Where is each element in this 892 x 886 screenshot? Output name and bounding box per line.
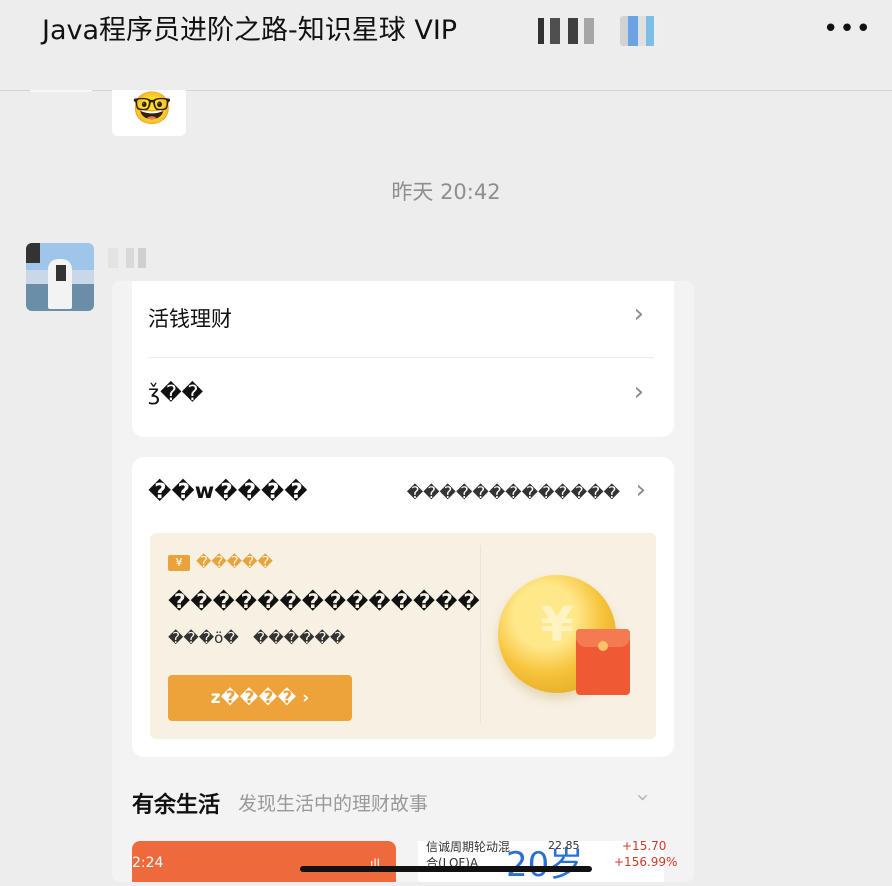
fund-return-bottom: +156.99% <box>614 855 678 869</box>
finance-menu-panel: 活钱理财 › ǯ�� › <box>132 281 674 437</box>
section-subtitle: 发现生活中的理财故事 <box>238 793 429 815</box>
pixelated-title-icon <box>620 16 662 46</box>
more-options-icon[interactable]: ••• <box>823 14 872 44</box>
chevron-down-icon[interactable]: › <box>630 793 655 802</box>
chat-header: Java程序员进阶之路-知识星球 VIP ••• <box>0 0 892 91</box>
promo-divider <box>480 545 481 723</box>
envelope-seal <box>598 641 608 651</box>
chevron-right-icon[interactable]: › <box>636 475 646 505</box>
menu-row-second[interactable]: ǯ�� › <box>148 359 654 435</box>
yen-tag-icon: ¥ <box>168 555 190 571</box>
menu-row-label: 活钱理财 <box>148 307 232 331</box>
chevron-right-icon: › <box>633 377 644 407</box>
nerd-emoji-icon: 🤓 <box>132 89 172 127</box>
avatar-pixel-block <box>26 243 40 263</box>
promo-subline: ���ö� ������ <box>168 629 346 647</box>
promo-panel-heading: ��w���� <box>148 479 308 503</box>
fund-return-top: +15.70 <box>622 839 667 853</box>
promo-panel: ��w���� ������������� › ¥ ����� ��������… <box>132 457 674 757</box>
red-envelope-icon <box>576 629 630 695</box>
chat-title: Java程序员进阶之路-知识星球 VIP <box>42 15 458 46</box>
previous-message-edge <box>30 90 92 92</box>
home-indicator[interactable] <box>300 866 592 872</box>
promo-headline: �������������� <box>168 589 480 613</box>
pixelated-title-suffix <box>538 18 594 44</box>
message-timestamp: 昨天 20:42 <box>391 180 501 204</box>
section-title: 有余生活 <box>132 793 221 818</box>
thumbnail-number: 22.85 <box>548 839 580 852</box>
thumbnail-time: 2:24 <box>132 855 164 871</box>
menu-row-huoqian[interactable]: 活钱理财 › <box>148 281 654 358</box>
story-thumbnail-left[interactable]: 2:24 ıll <box>132 841 396 882</box>
previous-message-bubble[interactable]: 🤓 <box>112 89 186 136</box>
sender-avatar[interactable] <box>26 243 94 311</box>
promo-panel-more-link[interactable]: ������������� <box>407 483 620 502</box>
story-thumbnail-right[interactable]: 信诚周期轮动混合(LOF)A 20岁 22.85 +15.70 +156.99% <box>418 839 677 885</box>
avatar-pixel-block <box>56 265 66 281</box>
promo-banner[interactable]: ¥ ����� �������������� ���ö� ������ z���… <box>150 533 656 739</box>
menu-row-label: ǯ�� <box>148 381 204 405</box>
sender-name-pixelated <box>108 248 146 268</box>
chevron-right-icon: › <box>633 299 644 329</box>
promo-tag-text: ����� <box>196 553 273 571</box>
shared-finance-card[interactable]: 活钱理财 › ǯ�� › ��w���� ������������� › ¥ �… <box>112 281 694 885</box>
promo-cta-button[interactable]: z���� › <box>168 675 352 721</box>
